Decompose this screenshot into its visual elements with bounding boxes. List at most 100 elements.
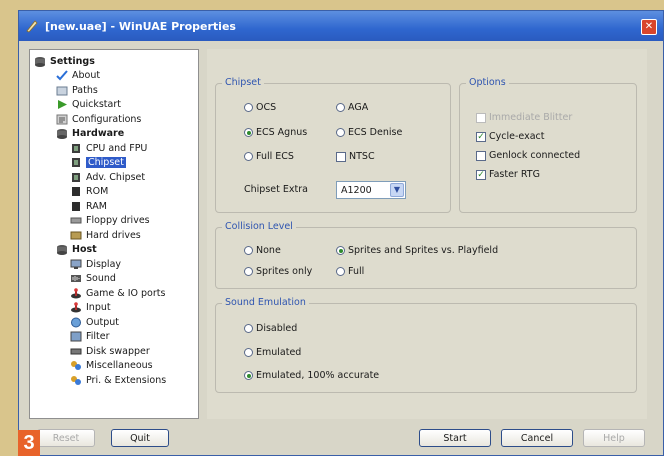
tree-item-sound[interactable]: Sound [32,272,196,287]
checkbox-immediate-blitter[interactable]: Immediate Blitter [476,112,572,123]
tree-label: CPU and FPU [86,142,148,154]
checkbox-genlock[interactable]: Genlock connected [476,150,580,161]
miscellaneous-icon [71,361,81,371]
checkbox-box[interactable] [476,112,486,123]
radio-label: Full ECS [256,151,294,162]
tree-item-rom[interactable]: ROM [32,185,196,200]
tree-item-quickstart[interactable]: Quickstart [32,98,196,113]
tree-item-miscellaneous[interactable]: Miscellaneous [32,359,196,374]
tree-item-pri-extensions[interactable]: Pri. & Extensions [32,373,196,388]
hard-drive-icon [70,231,82,240]
tree-label: Settings [50,55,95,67]
checkbox-box[interactable] [336,151,346,162]
tree-item-disk-swapper[interactable]: Disk swapper [32,344,196,359]
hardware-icon [57,129,67,140]
filter-icon [70,331,82,342]
settings-icon [35,56,45,67]
radio-dot[interactable] [336,103,345,112]
radio-dot[interactable] [244,348,253,357]
radio-dot[interactable] [244,103,253,112]
radio-dot[interactable] [336,128,345,137]
checkbox-box[interactable] [476,150,486,161]
radio-label: Emulated, 100% accurate [256,370,380,381]
tree-item-game-io-ports[interactable]: Game & IO ports [32,286,196,301]
close-button[interactable]: ✕ [641,19,657,35]
joystick-icon [71,302,81,313]
radio-sound-emulated[interactable]: Emulated [244,347,301,358]
chipset-extra-label: Chipset Extra [244,184,308,195]
radio-dot-selected[interactable] [336,246,345,255]
checkbox-label: Cycle-exact [489,131,545,142]
options-group: Options Immediate Blitter ✓ Cycle-exact G… [459,77,637,213]
tree-item-paths[interactable]: Paths [32,83,196,98]
radio-ecs-agnus[interactable]: ECS Agnus [244,127,307,138]
tree-item-ram[interactable]: RAM [32,199,196,214]
tree-item-floppy-drives[interactable]: Floppy drives [32,214,196,229]
tree-item-hardware[interactable]: Hardware [32,127,196,142]
radio-dot-selected[interactable] [244,371,253,380]
quit-button[interactable]: Quit [111,429,169,447]
radio-dot[interactable] [244,152,253,161]
radio-dot[interactable] [244,246,253,255]
tree-label: Chipset [86,157,126,169]
tree-item-chipset[interactable]: Chipset [32,156,196,171]
tree-item-about[interactable]: About [32,69,196,84]
tree-item-input[interactable]: Input [32,301,196,316]
tree-item-output[interactable]: Output [32,315,196,330]
tree-label: Sound [86,273,116,285]
tree-label: Disk swapper [86,345,150,357]
chipset-extra-value: A1200 [341,184,372,196]
tree-label: Miscellaneous [86,360,153,372]
sound-icon [71,275,81,283]
tree-label: Hard drives [86,229,141,241]
tree-item-adv-chipset[interactable]: Adv. Chipset [32,170,196,185]
tree-item-cpu-fpu[interactable]: CPU and FPU [32,141,196,156]
output-icon [71,317,81,328]
play-icon [58,100,67,110]
radio-sound-disabled[interactable]: Disabled [244,323,297,334]
checkbox-label: NTSC [349,151,375,162]
reset-button[interactable]: Reset [37,429,95,447]
joystick-icon [71,287,81,299]
tree-item-settings[interactable]: Settings [32,54,196,69]
tree-label: Display [86,258,122,270]
tree-item-filter[interactable]: Filter [32,330,196,345]
tree-label: Adv. Chipset [86,171,146,183]
checkbox-label: Faster RTG [489,169,540,180]
chipset-extra-select[interactable]: A1200 ▼ [336,181,406,199]
tree-item-configurations[interactable]: Configurations [32,112,196,127]
start-button[interactable]: Start [419,429,491,447]
cancel-button[interactable]: Cancel [501,429,573,447]
radio-dot[interactable] [336,267,345,276]
radio-label: Disabled [256,323,298,334]
checkbox-label: Genlock connected [489,150,581,161]
radio-collision-none[interactable]: None [244,245,281,256]
settings-tree[interactable]: Settings About Paths Quickstart Configur… [29,49,199,419]
collision-legend: Collision Level [222,221,296,232]
tree-label: Paths [72,84,98,96]
checkbox-faster-rtg[interactable]: ✓ Faster RTG [476,169,540,180]
checkbox-box-checked[interactable]: ✓ [476,131,486,142]
tree-item-host[interactable]: Host [32,243,196,258]
radio-sprites-only[interactable]: Sprites only [244,266,312,277]
checkbox-ntsc[interactable]: NTSC [336,151,375,162]
tree-label: Input [86,302,111,314]
tree-item-display[interactable]: Display [32,257,196,272]
radio-collision-full[interactable]: Full [336,266,364,277]
radio-ecs-denise[interactable]: ECS Denise [336,127,402,138]
title-bar[interactable]: [new.uae] - WinUAE Properties ✕ [19,11,663,41]
sound-emulation-group: Sound Emulation Disabled Emulated Emulat… [215,297,637,393]
radio-dot-selected[interactable] [244,128,253,137]
radio-sprites-playfield[interactable]: Sprites and Sprites vs. Playfield [336,245,498,256]
radio-sound-accurate[interactable]: Emulated, 100% accurate [244,370,379,381]
radio-aga[interactable]: AGA [336,102,368,113]
radio-dot[interactable] [244,267,253,276]
radio-dot[interactable] [244,324,253,333]
radio-full-ecs[interactable]: Full ECS [244,151,294,162]
tree-item-hard-drives[interactable]: Hard drives [32,228,196,243]
help-button[interactable]: Help [583,429,645,447]
checkbox-cycle-exact[interactable]: ✓ Cycle-exact [476,131,544,142]
radio-ocs[interactable]: OCS [244,102,276,113]
checkbox-box-checked[interactable]: ✓ [476,169,486,180]
chevron-down-icon[interactable]: ▼ [390,183,404,197]
